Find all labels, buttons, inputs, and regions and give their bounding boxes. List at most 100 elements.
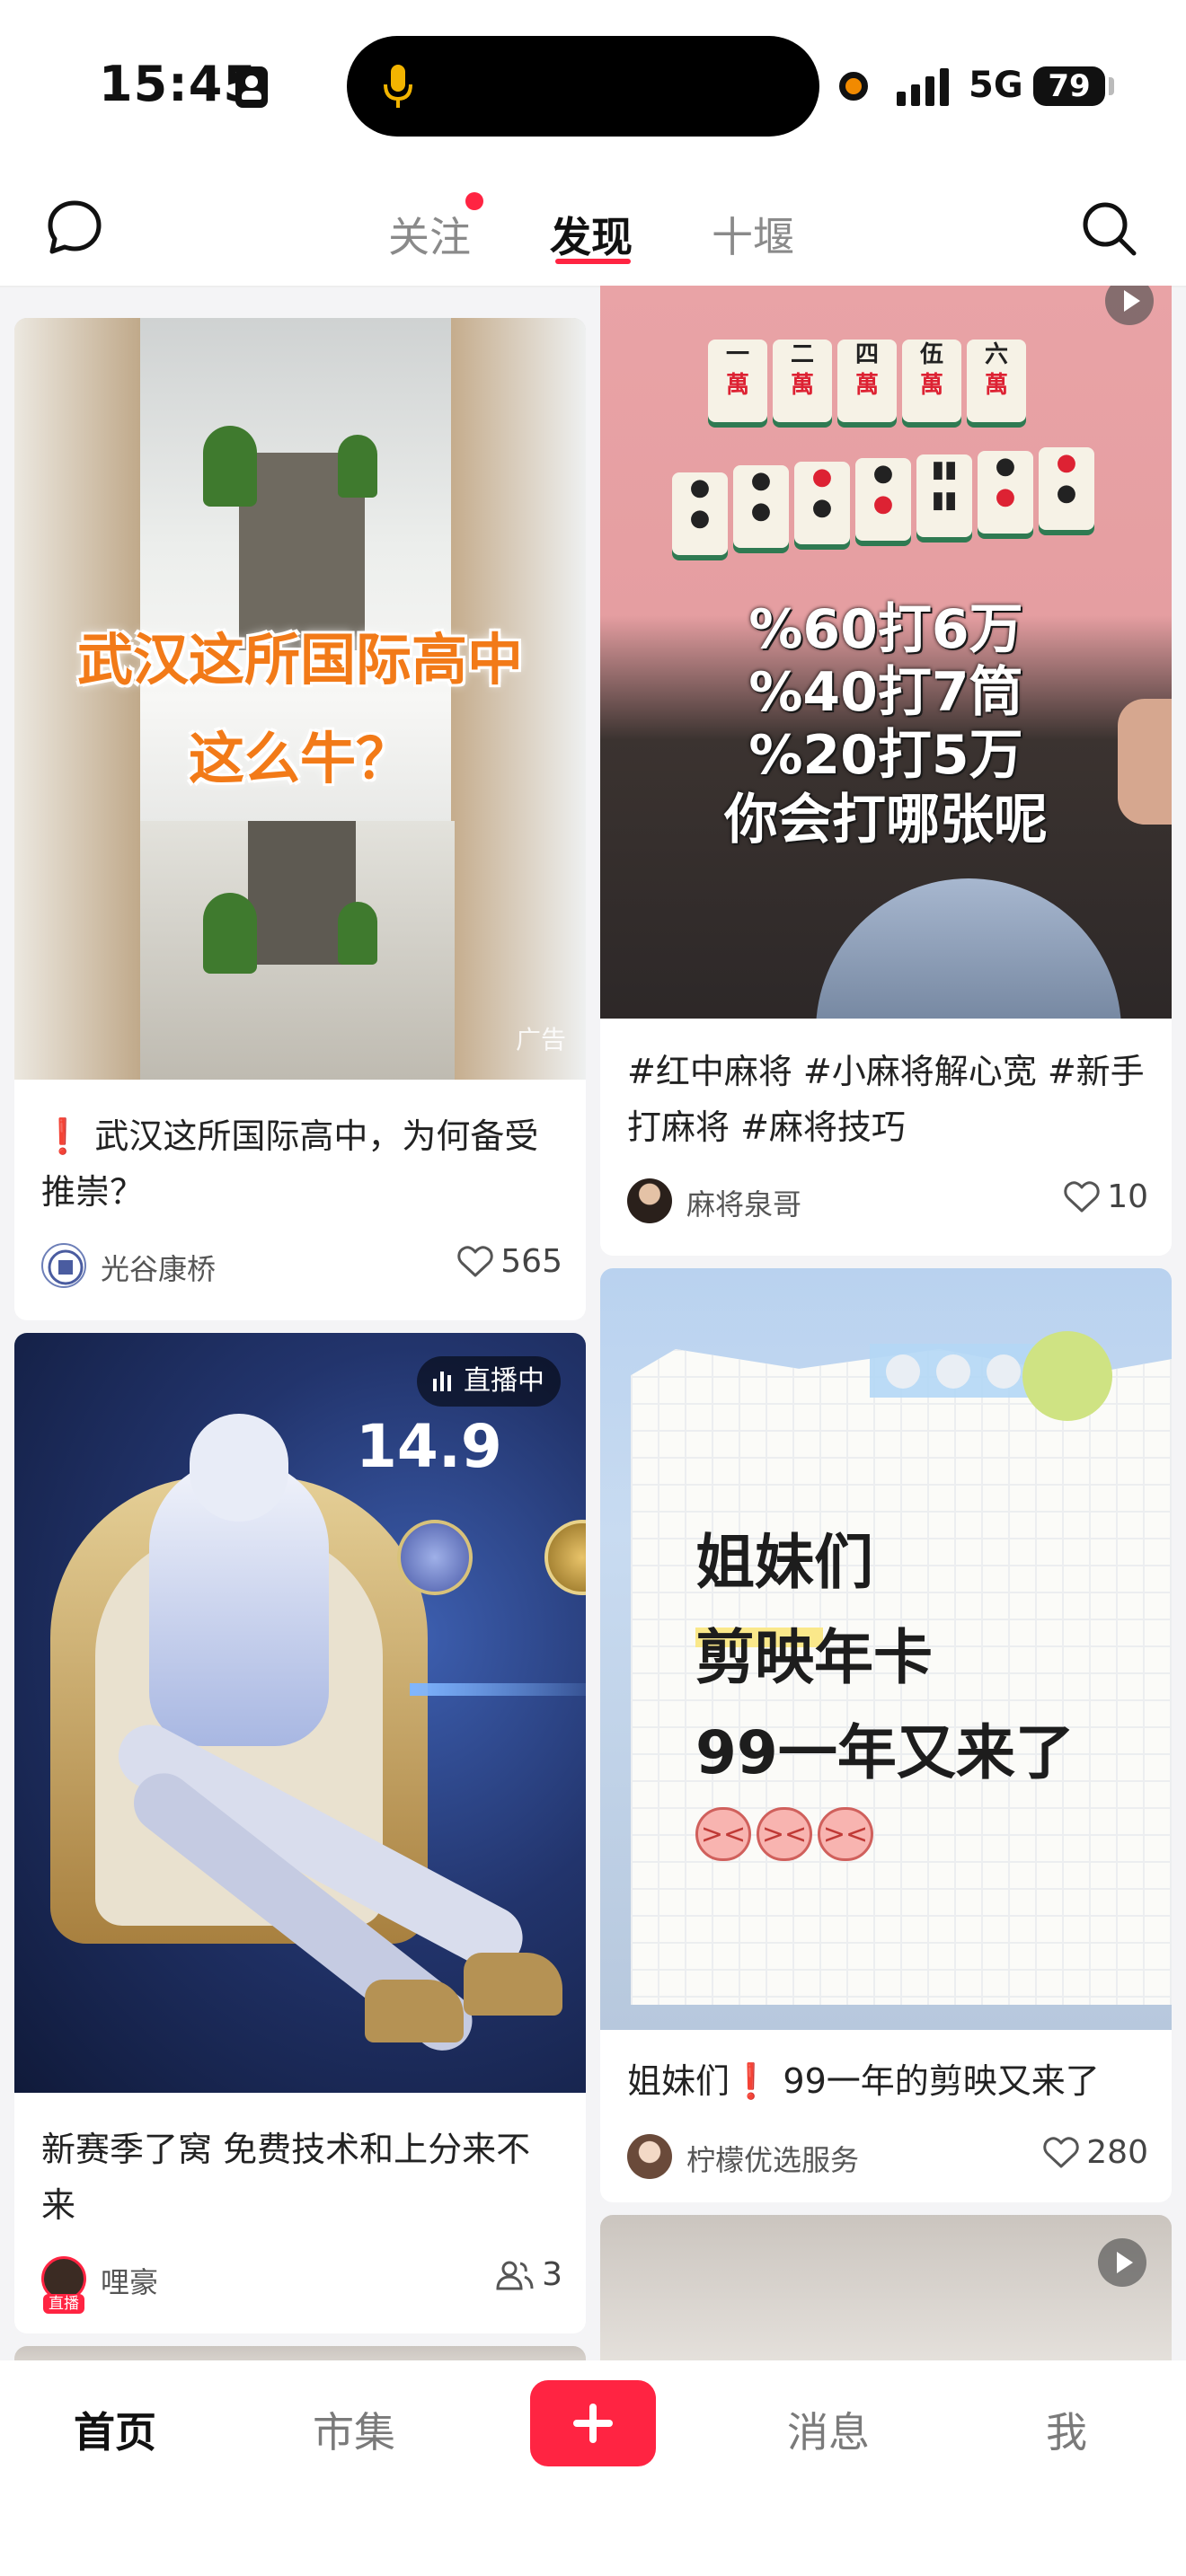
card-cover-image: 14.9 直播中 bbox=[14, 1333, 586, 2093]
create-post-button[interactable] bbox=[530, 2380, 656, 2466]
paper-hole bbox=[886, 1354, 920, 1389]
game-badge-icon bbox=[397, 1520, 473, 1595]
viewer-count-value: 3 bbox=[542, 2256, 562, 2293]
live-status-pill: 直播中 bbox=[417, 1356, 561, 1407]
author-name[interactable]: 麻将泉哥 bbox=[686, 1182, 801, 1223]
plant-image bbox=[338, 435, 377, 498]
signal-strength-icon bbox=[897, 68, 949, 106]
recording-indicator-icon bbox=[839, 72, 868, 101]
active-tab-underline bbox=[555, 259, 631, 264]
like-count[interactable]: 10 bbox=[1064, 1178, 1148, 1215]
like-count-value: 10 bbox=[1107, 1178, 1148, 1215]
card-title: 姐妹们❗ 99一年的剪映又来了 bbox=[627, 2061, 1100, 2101]
tab-local-city[interactable]: 十堰 bbox=[712, 205, 794, 264]
green-dot-sticker bbox=[1022, 1331, 1112, 1421]
chat-bubble-icon[interactable] bbox=[45, 198, 104, 257]
battery-level: 79 bbox=[1033, 66, 1105, 106]
plant-image bbox=[203, 426, 257, 507]
mahjong-tile: ● ● bbox=[794, 462, 850, 544]
crying-face-icon: >< bbox=[757, 1807, 812, 1861]
live-avatar-badge: 直播 bbox=[43, 2294, 84, 2314]
card-author-row: 柠檬优选服务 280 bbox=[627, 2130, 1148, 2181]
game-score: 14.9 bbox=[356, 1412, 502, 1481]
play-video-icon[interactable] bbox=[1105, 286, 1154, 325]
mahjong-tile: 一萬 bbox=[708, 340, 767, 422]
hallway-left-wall bbox=[14, 318, 140, 1080]
top-nav: 关注 发现 十堰 bbox=[0, 171, 1186, 287]
mahjong-tile: ● ● bbox=[1039, 447, 1094, 530]
feed-card-partial-video[interactable] bbox=[600, 2215, 1172, 2382]
heart-icon bbox=[457, 1246, 493, 1277]
mahjong-tile: ● ● bbox=[733, 465, 789, 548]
viewer-count: 3 bbox=[495, 2256, 562, 2293]
knee-image bbox=[816, 878, 1121, 1019]
feed-card-school-ad[interactable]: 武汉这所国际高中 这么牛？ 广告 ❗ 武汉这所国际高中，为何备受推崇？ 光谷康桥… bbox=[14, 318, 586, 1320]
feed-card-capcut-note[interactable]: 姐妹们 剪映年卡 99一年又来了 >< >< >< 姐妹们❗ 99一年的剪映又来… bbox=[600, 1268, 1172, 2202]
like-count[interactable]: 280 bbox=[1043, 2134, 1148, 2171]
mahjong-tile: ● ● bbox=[978, 451, 1033, 534]
feed-card-game-live[interactable]: 14.9 直播中 新赛季了窝 免费技术和上分来不来 直播 哩豪 3 bbox=[14, 1333, 586, 2333]
school-logo-icon bbox=[48, 1249, 84, 1285]
like-count-value: 565 bbox=[500, 1243, 562, 1280]
author-name[interactable]: 光谷康桥 bbox=[101, 1247, 216, 1288]
author-name[interactable]: 柠檬优选服务 bbox=[686, 2138, 859, 2179]
note-line3: 99一年又来了 bbox=[695, 1718, 1075, 1787]
author-name[interactable]: 哩豪 bbox=[101, 2260, 158, 2301]
mahjong-tile: ▮▮ ▮▮ bbox=[916, 454, 972, 537]
mahjong-tile: 二萬 bbox=[773, 340, 832, 422]
plant-image bbox=[203, 893, 257, 974]
status-bar: 15:45 5G 79 bbox=[0, 0, 1186, 171]
tab-home[interactable]: 首页 bbox=[74, 2400, 156, 2459]
like-count[interactable]: 565 bbox=[457, 1243, 562, 1280]
heart-icon bbox=[1043, 2137, 1079, 2168]
dynamic-island bbox=[347, 36, 819, 137]
paper-hole bbox=[936, 1354, 970, 1389]
card-title: #红中麻将 #小麻将解心宽 #新手打麻将 #麻将技巧 bbox=[627, 1052, 1145, 1147]
cover-headline-line1: 武汉这所国际高中 bbox=[76, 627, 523, 693]
hallway-right-wall bbox=[451, 318, 586, 1080]
mahjong-tile: 六萬 bbox=[967, 340, 1026, 422]
cover-text-line3: %20打5万 bbox=[748, 724, 1023, 787]
mahjong-tile: ● ● bbox=[672, 472, 728, 555]
avatar[interactable] bbox=[627, 1178, 672, 1223]
card-author-row: 麻将泉哥 10 bbox=[627, 1175, 1148, 1225]
tab-me[interactable]: 我 bbox=[1046, 2400, 1087, 2459]
mahjong-tile: 伍萬 bbox=[902, 340, 961, 422]
search-icon[interactable] bbox=[1078, 198, 1141, 260]
plant-image bbox=[338, 902, 377, 965]
ad-tag: 广告 bbox=[515, 1025, 566, 1054]
tab-discover[interactable]: 发现 bbox=[550, 205, 633, 264]
tab-messages[interactable]: 消息 bbox=[787, 2400, 870, 2459]
like-count-value: 280 bbox=[1086, 2134, 1148, 2171]
tab-market[interactable]: 市集 bbox=[313, 2400, 395, 2459]
card-author-row: 光谷康桥 565 bbox=[41, 1239, 562, 1290]
character-shoe bbox=[464, 1953, 562, 2016]
card-author-row: 直播 哩豪 3 bbox=[41, 2253, 562, 2314]
bottom-nav: 首页 市集 消息 我 bbox=[0, 2360, 1186, 2576]
game-stat-bar bbox=[410, 1683, 586, 1696]
cover-text-line2: %40打7筒 bbox=[748, 661, 1023, 724]
avatar[interactable] bbox=[41, 1243, 86, 1288]
cover-text-line4: 你会打哪张呢 bbox=[724, 789, 1048, 851]
card-cover-image: 姐妹们 剪映年卡 99一年又来了 >< >< >< bbox=[600, 1268, 1172, 2030]
feed-card-mahjong[interactable]: 一萬 二萬 四萬 伍萬 六萬 ● ● ● ● ● ● ● ● ▮▮ ▮▮ ● ● ● ● %6… bbox=[600, 286, 1172, 1256]
crying-face-icon: >< bbox=[695, 1807, 751, 1861]
microphone-icon bbox=[384, 65, 412, 108]
heart-icon bbox=[1064, 1181, 1100, 1213]
mahjong-tile: 四萬 bbox=[837, 340, 897, 422]
character-shoe bbox=[365, 1980, 464, 2042]
people-icon bbox=[496, 2261, 534, 2290]
cover-text-line1: %60打6万 bbox=[748, 598, 1023, 661]
crying-face-icon: >< bbox=[818, 1807, 873, 1861]
battery-tip bbox=[1109, 77, 1114, 95]
tab-follow[interactable]: 关注 bbox=[388, 205, 471, 264]
card-title: ❗ 武汉这所国际高中，为何备受推崇？ bbox=[41, 1116, 539, 1212]
note-line2: 剪映年卡 bbox=[695, 1623, 933, 1692]
network-type: 5G bbox=[969, 65, 1023, 106]
avatar[interactable] bbox=[627, 2134, 672, 2179]
card-cover-image: 一萬 二萬 四萬 伍萬 六萬 ● ● ● ● ● ● ● ● ▮▮ ▮▮ ● ● ● ● %6… bbox=[600, 286, 1172, 1019]
play-video-icon[interactable] bbox=[1098, 2238, 1146, 2287]
note-line1: 姐妹们 bbox=[695, 1528, 873, 1597]
person-focus-icon bbox=[235, 66, 268, 108]
character-head bbox=[190, 1414, 288, 1522]
